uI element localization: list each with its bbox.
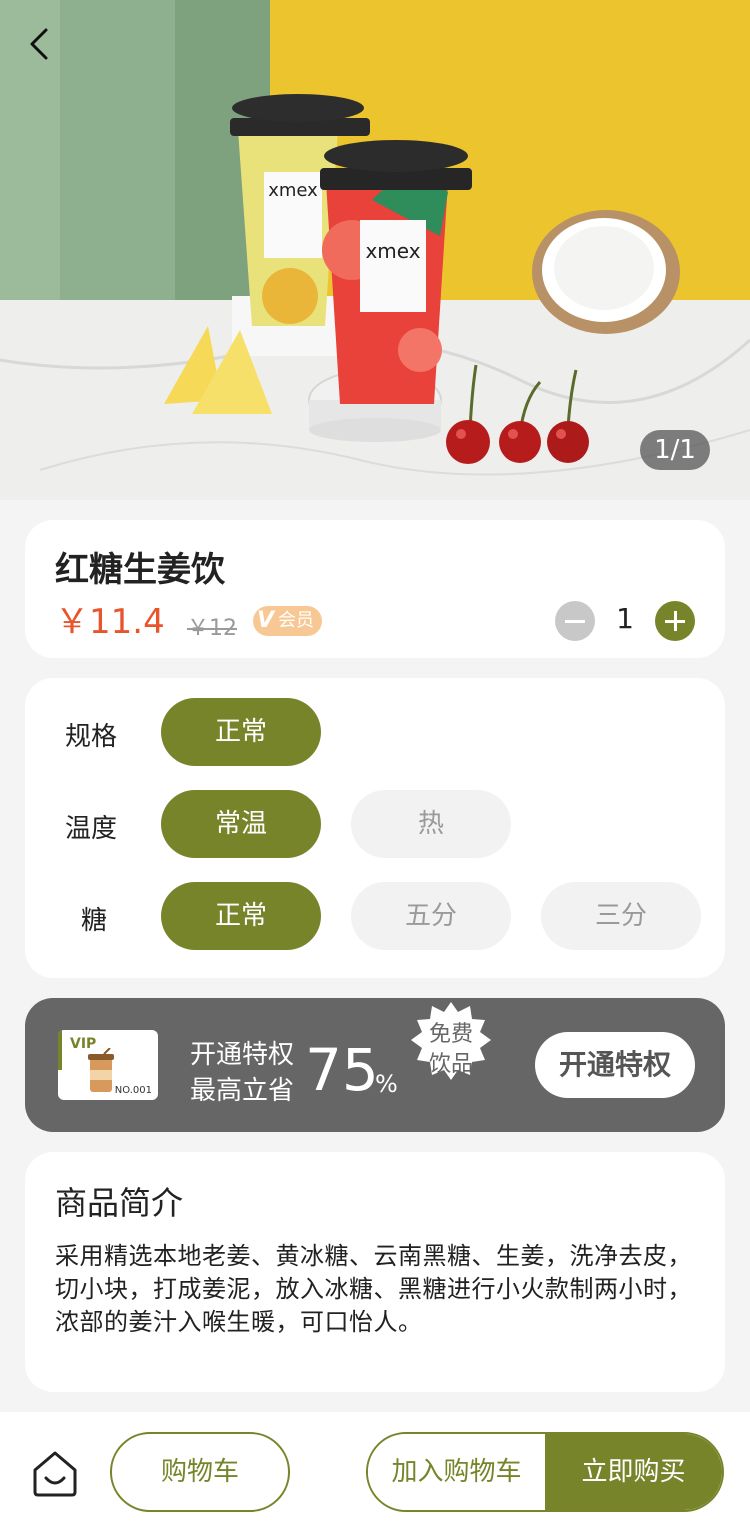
temperature-option-room[interactable]: 常温 bbox=[161, 790, 321, 858]
home-icon bbox=[33, 1451, 77, 1497]
sugar-option-normal[interactable]: 正常 bbox=[161, 882, 321, 950]
quantity-value: 1 bbox=[616, 602, 634, 635]
vip-card-image: VIP NO.001 bbox=[58, 1030, 158, 1100]
cup-brand-text-back: xmex bbox=[268, 180, 318, 201]
sugar-option-third[interactable]: 三分 bbox=[541, 882, 701, 950]
back-button[interactable] bbox=[22, 24, 62, 64]
drink-cup-icon bbox=[88, 1048, 114, 1092]
product-info-card: 红糖生姜饮 ￥11.4 ￥12 V 会员 1 bbox=[25, 520, 725, 658]
free-badge-line2: 饮品 bbox=[428, 1052, 473, 1077]
product-image[interactable]: xmex xmex 1/1 bbox=[0, 0, 750, 500]
vip-card-stripe bbox=[58, 1030, 62, 1070]
quantity-decrease-button[interactable] bbox=[555, 601, 595, 641]
chevron-left-icon bbox=[30, 28, 48, 60]
vip-promo-line1: 开通特权 bbox=[190, 1040, 295, 1070]
description-card: 商品简介 采用精选本地老姜、黄冰糖、云南黑糖、生姜，洗净去皮，切小块，打成姜泥，… bbox=[25, 1152, 725, 1392]
vip-promo-banner: VIP NO.001 开通特权 最高立省 75 % 免费 饮品 开通特权 bbox=[25, 998, 725, 1132]
temperature-label: 温度 bbox=[65, 814, 118, 844]
vip-savings-percent: 75 bbox=[305, 1036, 379, 1104]
description-title: 商品简介 bbox=[55, 1184, 184, 1222]
add-to-cart-button[interactable]: 加入购物车 bbox=[368, 1434, 545, 1510]
vip-percent-sign: % bbox=[375, 1070, 398, 1098]
home-button[interactable] bbox=[30, 1448, 80, 1498]
description-text: 采用精选本地老姜、黄冰糖、云南黑糖、生姜，洗净去皮，切小块，打成姜泥，放入冰糖、… bbox=[55, 1242, 692, 1336]
buy-now-button[interactable]: 立即购买 bbox=[545, 1434, 722, 1510]
product-photo-illustration: xmex xmex bbox=[0, 0, 750, 500]
original-price: ￥12 bbox=[187, 616, 237, 641]
product-price: ￥11.4 bbox=[55, 602, 165, 642]
bottom-action-bar: 购物车 加入购物车 立即购买 bbox=[0, 1412, 750, 1532]
cup-brand-text: xmex bbox=[365, 239, 420, 263]
free-drink-badge: 免费 饮品 bbox=[409, 1000, 493, 1084]
product-name: 红糖生姜饮 bbox=[55, 550, 225, 590]
vip-promo-line2: 最高立省 bbox=[190, 1076, 295, 1106]
open-vip-button[interactable]: 开通特权 bbox=[535, 1032, 695, 1098]
quantity-increase-button[interactable] bbox=[655, 601, 695, 641]
temperature-option-hot[interactable]: 热 bbox=[351, 790, 511, 858]
purchase-button-group: 加入购物车 立即购买 bbox=[366, 1432, 724, 1512]
sugar-option-half[interactable]: 五分 bbox=[351, 882, 511, 950]
vip-tag-letter: V bbox=[257, 608, 275, 633]
vip-price-tag: V 会员 bbox=[253, 606, 323, 636]
product-detail-page: xmex xmex 1/1 红糖生姜饮 ￥11.4 ￥12 V 会员 1 规格 … bbox=[0, 0, 750, 1532]
spec-label: 规格 bbox=[65, 722, 118, 752]
vip-tag-label: 会员 bbox=[278, 610, 315, 631]
options-card: 规格 正常 温度 常温 热 糖 正常 五分 三分 bbox=[25, 678, 725, 978]
image-counter: 1/1 bbox=[640, 430, 710, 470]
spec-option-normal[interactable]: 正常 bbox=[161, 698, 321, 766]
free-badge-line1: 免费 bbox=[428, 1022, 473, 1047]
cart-button[interactable]: 购物车 bbox=[110, 1432, 290, 1512]
vip-card-number: NO.001 bbox=[114, 1085, 152, 1096]
